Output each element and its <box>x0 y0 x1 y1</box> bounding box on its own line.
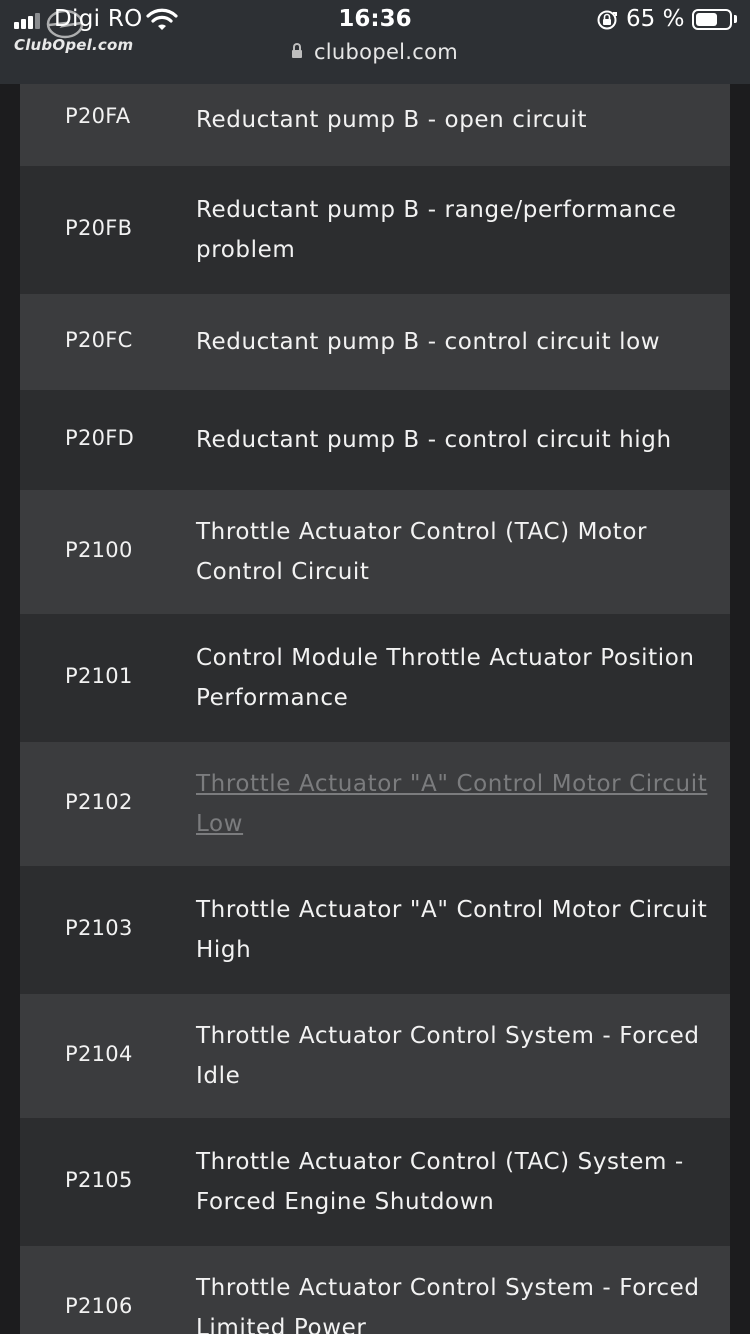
dtc-code: P20FC <box>65 328 133 352</box>
dtc-code: P2106 <box>65 1294 133 1318</box>
dtc-code: P2102 <box>65 790 133 814</box>
table-row: P2103 Throttle Actuator "A" Control Motor… <box>20 866 730 994</box>
battery-cap <box>734 15 737 23</box>
dtc-code: P20FA <box>65 104 131 128</box>
address-bar[interactable]: clubopel.com <box>0 40 750 64</box>
orientation-lock-icon <box>597 10 617 30</box>
table-row: P20FA Reductant pump B - open circuit <box>20 84 730 166</box>
battery-level-fill <box>696 13 717 26</box>
table-row: P20FD Reductant pump B - control circuit … <box>20 390 730 490</box>
dtc-code: P2100 <box>65 538 133 562</box>
dtc-description: Reductant pump B - control circuit low <box>196 329 661 355</box>
table-row: P2100 Throttle Actuator Control (TAC) Mot… <box>20 490 730 614</box>
dtc-code: P2104 <box>65 1042 133 1066</box>
table-row: P2101 Control Module Throttle Actuator Po… <box>20 614 730 742</box>
dtc-description: Throttle Actuator Control (TAC) System -… <box>196 1149 684 1215</box>
dtc-description: Control Module Throttle Actuator Positio… <box>196 645 695 711</box>
battery-percentage: 65 % <box>626 6 685 32</box>
dtc-description: Throttle Actuator Control (TAC) Motor Co… <box>196 519 648 585</box>
battery-icon <box>692 9 732 30</box>
dtc-description-link[interactable]: Throttle Actuator "A" Control Motor Circ… <box>196 764 726 844</box>
status-bar: Digi RO ClubOpel.com 16:36 65 % clubopel… <box>0 0 750 84</box>
padlock-icon <box>291 43 302 58</box>
dtc-code: P2105 <box>65 1168 133 1192</box>
dtc-code: P2103 <box>65 916 133 940</box>
dtc-description: Reductant pump B - range/performance pro… <box>196 197 677 263</box>
dtc-description: Reductant pump B - open circuit <box>196 107 588 133</box>
table-row: P20FC Reductant pump B - control circuit … <box>20 294 730 390</box>
page-content[interactable]: P20FA Reductant pump B - open circuit P20F… <box>0 84 750 1334</box>
dtc-code: P2101 <box>65 664 133 688</box>
dtc-code: P20FB <box>65 216 133 240</box>
dtc-code: P20FD <box>65 426 135 450</box>
table-row: P2106 Throttle Actuator Control System - … <box>20 1246 730 1334</box>
dtc-description: Throttle Actuator "A" Control Motor Circ… <box>196 897 708 963</box>
table-row: P2104 Throttle Actuator Control System - … <box>20 994 730 1118</box>
dtc-description: Throttle Actuator Control System - Force… <box>196 1275 700 1334</box>
dtc-description: Throttle Actuator Control System - Force… <box>196 1023 700 1089</box>
table-row: P2105 Throttle Actuator Control (TAC) Sys… <box>20 1118 730 1246</box>
table-row: P20FB Reductant pump B - range/performanc… <box>20 166 730 294</box>
table-row: P2102 Throttle Actuator "A" Control Motor… <box>20 742 730 866</box>
address-bar-url: clubopel.com <box>313 40 459 64</box>
dtc-description: Reductant pump B - control circuit high <box>196 427 672 453</box>
